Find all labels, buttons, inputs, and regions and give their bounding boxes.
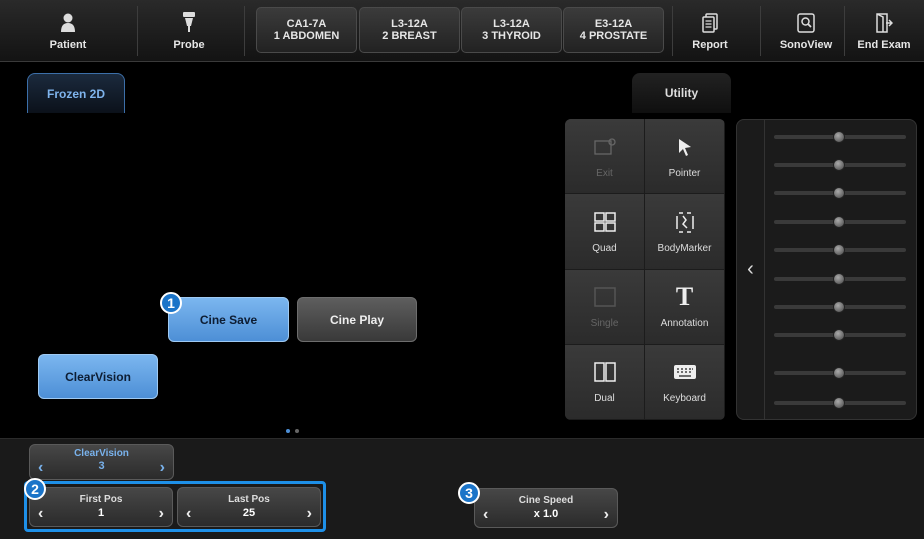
slider-knob[interactable]	[833, 329, 845, 341]
probe-icon	[182, 11, 196, 36]
callout-2: 2	[24, 478, 46, 500]
cine-play-button[interactable]: Cine Play	[297, 297, 417, 342]
page-dot-active[interactable]	[286, 429, 290, 433]
pointer-icon	[676, 134, 694, 160]
annotation-button[interactable]: T Annotation	[645, 269, 725, 345]
slider-knob[interactable]	[833, 244, 845, 256]
tgc-slider-panel: ‹	[736, 119, 917, 420]
sonoview-button[interactable]: SonoView	[768, 5, 844, 57]
cine-speed-label: Cine Speed	[518, 495, 574, 506]
dual-button[interactable]: Dual	[565, 344, 645, 420]
slider-knob[interactable]	[833, 367, 845, 379]
clearvision-stepper-value: 3	[98, 460, 105, 472]
probe-l3-12a-breast-button[interactable]: L3-12A 2 BREAST	[359, 7, 460, 53]
tab-frozen-2d[interactable]: Frozen 2D	[27, 73, 125, 113]
end-exam-button[interactable]: End Exam	[848, 5, 920, 57]
quad-button[interactable]: Quad	[565, 194, 645, 270]
report-button[interactable]: Report	[676, 5, 744, 57]
report-icon	[702, 13, 718, 36]
slider-knob[interactable]	[833, 159, 845, 171]
chevron-right-icon[interactable]: ›	[160, 459, 165, 477]
chevron-left-icon[interactable]: ‹	[483, 506, 488, 524]
bodymarker-button[interactable]: BodyMarker	[645, 194, 725, 270]
exit-button[interactable]: Exit	[565, 119, 645, 195]
keyboard-icon	[673, 359, 697, 385]
slider-knob[interactable]	[833, 216, 845, 228]
chevron-left-icon[interactable]: ‹	[38, 459, 43, 477]
utility-grid: Exit Pointer Quad BodyMarker Single T An…	[565, 119, 725, 420]
patient-icon	[60, 13, 76, 36]
collapse-panel-button[interactable]: ‹	[737, 120, 765, 419]
probe-ca1-7a-button[interactable]: CA1-7A 1 ABDOMEN	[256, 7, 357, 53]
cine-save-button[interactable]: Cine Save	[168, 297, 289, 342]
sonoview-icon	[797, 13, 815, 36]
slider-knob[interactable]	[833, 301, 845, 313]
top-bar: Patient Probe CA1-7A 1 ABDOMEN L3-12A 2 …	[0, 0, 924, 62]
slider-knob[interactable]	[833, 397, 845, 409]
clearvision-stepper-label: ClearVision	[74, 448, 129, 459]
patient-button[interactable]: Patient	[34, 5, 102, 57]
exit-icon	[593, 134, 616, 160]
cine-speed-value: x 1.0	[533, 508, 559, 520]
slider-knob[interactable]	[833, 273, 845, 285]
bodymarker-icon	[675, 209, 695, 235]
slider-knob[interactable]	[833, 131, 845, 143]
end-exam-icon	[875, 13, 894, 36]
callout-3: 3	[458, 482, 480, 504]
slider-knob[interactable]	[833, 187, 845, 199]
position-highlight-box	[24, 481, 326, 532]
callout-1: 1	[160, 292, 182, 314]
cine-speed-stepper[interactable]: Cine Speed x 1.0 ‹ ›	[474, 488, 618, 528]
clearvision-stepper[interactable]: ClearVision 3 ‹ ›	[29, 444, 174, 480]
page-indicator[interactable]	[286, 429, 299, 433]
dual-icon	[593, 359, 616, 385]
quad-icon	[593, 209, 616, 235]
chevron-right-icon[interactable]: ›	[604, 506, 609, 524]
keyboard-button[interactable]: Keyboard	[645, 344, 725, 420]
clearvision-button[interactable]: ClearVision	[38, 354, 158, 399]
chevron-left-icon: ‹	[747, 258, 754, 280]
pointer-button[interactable]: Pointer	[645, 119, 725, 195]
page-dot[interactable]	[295, 429, 299, 433]
annotation-icon: T	[675, 282, 694, 312]
single-button[interactable]: Single	[565, 269, 645, 345]
single-icon	[593, 284, 616, 310]
tab-utility[interactable]: Utility	[632, 73, 731, 113]
probe-e3-12a-button[interactable]: E3-12A 4 PROSTATE	[563, 7, 664, 53]
probe-button[interactable]: Probe	[155, 5, 223, 57]
probe-l3-12a-thyroid-button[interactable]: L3-12A 3 THYROID	[461, 7, 562, 53]
